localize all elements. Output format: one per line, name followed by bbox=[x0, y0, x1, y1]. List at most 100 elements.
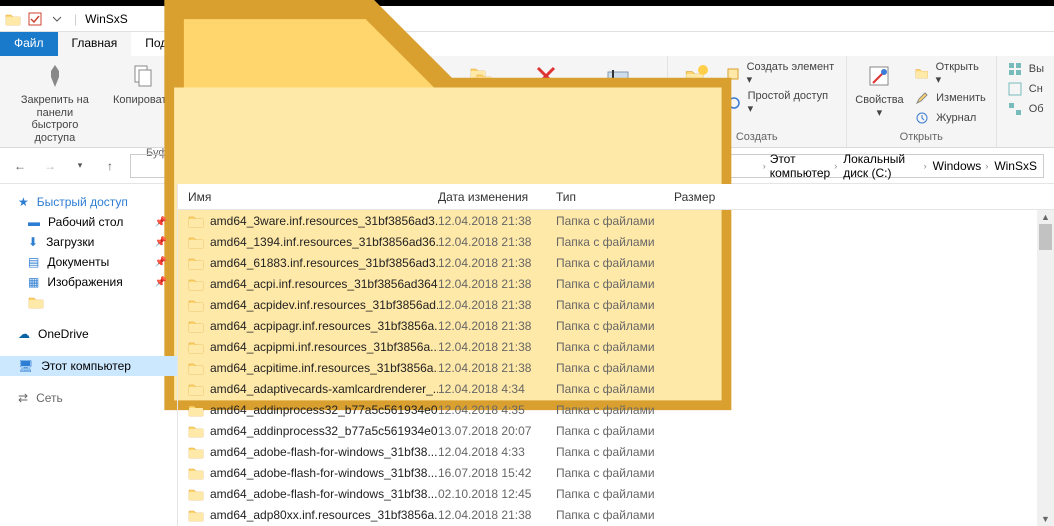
pin-icon: 📌 bbox=[155, 257, 167, 268]
breadcrumb[interactable]: › Этот компьютер› Локальный диск (C:)› W… bbox=[130, 154, 1044, 178]
tab-home[interactable]: Главная bbox=[58, 32, 132, 56]
folder-icon bbox=[188, 403, 204, 417]
file-date: 12.04.2018 21:38 bbox=[438, 361, 556, 375]
table-row[interactable]: amd64_adobe-flash-for-windows_31bf38...0… bbox=[178, 483, 1054, 504]
scroll-up-button[interactable]: ▲ bbox=[1037, 210, 1054, 224]
col-name[interactable]: Имя bbox=[178, 190, 438, 204]
invert-icon bbox=[1007, 101, 1023, 117]
file-date: 02.10.2018 12:45 bbox=[438, 487, 556, 501]
history-button[interactable]: Журнал bbox=[910, 109, 990, 127]
folder-icon bbox=[188, 424, 204, 438]
sidebar-network[interactable]: ⇄Сеть bbox=[0, 388, 177, 408]
group-open-label: Открыть bbox=[853, 131, 990, 145]
table-row[interactable]: amd64_addinprocess32_b77a5c561934e0...13… bbox=[178, 420, 1054, 441]
file-type: Папка с файлами bbox=[556, 235, 674, 249]
col-date[interactable]: Дата изменения bbox=[438, 190, 556, 204]
file-type: Папка с файлами bbox=[556, 214, 674, 228]
column-headers: Имя Дата изменения Тип Размер bbox=[178, 184, 1054, 210]
scroll-down-button[interactable]: ▼ bbox=[1037, 512, 1054, 526]
table-row[interactable]: amd64_acpipmi.inf.resources_31bf3856a...… bbox=[178, 336, 1054, 357]
file-date: 12.04.2018 4:34 bbox=[438, 382, 556, 396]
folder-icon bbox=[188, 235, 204, 249]
col-type[interactable]: Тип bbox=[556, 190, 674, 204]
file-type: Папка с файлами bbox=[556, 403, 674, 417]
documents-icon: ▤ bbox=[28, 255, 39, 269]
qat-dropdown-icon[interactable] bbox=[48, 10, 66, 28]
table-row[interactable]: amd64_adobe-flash-for-windows_31bf38...1… bbox=[178, 441, 1054, 462]
table-row[interactable]: amd64_adaptivecards-xamlcardrenderer_...… bbox=[178, 378, 1054, 399]
folder-icon bbox=[188, 298, 204, 312]
properties-button[interactable]: Свойства ▾ bbox=[853, 58, 906, 121]
downloads-icon: ⬇ bbox=[28, 235, 38, 249]
select-none-button[interactable]: Сн bbox=[1003, 80, 1048, 98]
sidebar-downloads[interactable]: ⬇Загрузки📌 bbox=[0, 232, 177, 252]
file-date: 12.04.2018 4:33 bbox=[438, 445, 556, 459]
table-row[interactable]: amd64_adp80xx.inf.resources_31bf3856a...… bbox=[178, 504, 1054, 525]
edit-button[interactable]: Изменить bbox=[910, 89, 990, 107]
folder-icon bbox=[188, 508, 204, 522]
window-title: WinSxS bbox=[85, 12, 128, 26]
file-name: amd64_adobe-flash-for-windows_31bf38... bbox=[210, 466, 437, 480]
folder-icon bbox=[188, 382, 204, 396]
file-name: amd64_adaptivecards-xamlcardrenderer_... bbox=[210, 382, 438, 396]
table-row[interactable]: amd64_addinprocess32_b77a5c561934e0...12… bbox=[178, 399, 1054, 420]
file-date: 12.04.2018 4:35 bbox=[438, 403, 556, 417]
sidebar-pictures[interactable]: ▦Изображения📌 bbox=[0, 272, 177, 292]
sidebar-desktop[interactable]: ▬Рабочий стол📌 bbox=[0, 212, 177, 232]
file-name: amd64_addinprocess32_b77a5c561934e0... bbox=[210, 403, 438, 417]
sidebar-documents[interactable]: ▤Документы📌 bbox=[0, 252, 177, 272]
file-type: Папка с файлами bbox=[556, 424, 674, 438]
col-size[interactable]: Размер bbox=[674, 190, 754, 204]
file-date: 12.04.2018 21:38 bbox=[438, 298, 556, 312]
back-button[interactable]: ← bbox=[10, 156, 30, 176]
file-date: 12.04.2018 21:38 bbox=[438, 508, 556, 522]
sidebar-this-pc[interactable]: 🖥Этот компьютер bbox=[0, 356, 177, 376]
crumb-2[interactable]: Windows› bbox=[931, 159, 991, 173]
crumb-3[interactable]: WinSxS bbox=[992, 159, 1039, 173]
select-none-icon bbox=[1007, 81, 1023, 97]
address-bar: ← → ▾ ↑ › Этот компьютер› Локальный диск… bbox=[0, 148, 1054, 184]
qat-save-icon[interactable] bbox=[26, 10, 44, 28]
file-name: amd64_adp80xx.inf.resources_31bf3856a... bbox=[210, 508, 438, 522]
file-type: Папка с файлами bbox=[556, 382, 674, 396]
file-name: amd64_1394.inf.resources_31bf3856ad36... bbox=[210, 235, 438, 249]
file-name: amd64_acpipagr.inf.resources_31bf3856a..… bbox=[210, 319, 438, 333]
table-row[interactable]: amd64_adobe-flash-for-windows_31bf38...1… bbox=[178, 462, 1054, 483]
tab-file[interactable]: Файл bbox=[0, 32, 58, 56]
select-all-icon bbox=[1007, 61, 1023, 77]
forward-button[interactable]: → bbox=[40, 156, 60, 176]
sidebar-onedrive[interactable]: ☁OneDrive bbox=[0, 324, 177, 344]
onedrive-icon: ☁ bbox=[18, 327, 30, 341]
table-row[interactable]: amd64_61883.inf.resources_31bf3856ad3...… bbox=[178, 252, 1054, 273]
scroll-thumb[interactable] bbox=[1039, 224, 1052, 250]
pc-icon: 🖥 bbox=[18, 359, 33, 373]
file-type: Папка с файлами bbox=[556, 466, 674, 480]
file-type: Папка с файлами bbox=[556, 277, 674, 291]
pin-icon: 📌 bbox=[155, 277, 167, 288]
invert-selection-button[interactable]: Об bbox=[1003, 100, 1048, 118]
crumb-0[interactable]: Этот компьютер› bbox=[768, 152, 840, 180]
file-type: Папка с файлами bbox=[556, 319, 674, 333]
table-row[interactable]: amd64_3ware.inf.resources_31bf3856ad3...… bbox=[178, 210, 1054, 231]
table-row[interactable]: amd64_acpipagr.inf.resources_31bf3856a..… bbox=[178, 315, 1054, 336]
file-list: Имя Дата изменения Тип Размер amd64_3war… bbox=[178, 184, 1054, 526]
table-row[interactable]: amd64_acpidev.inf.resources_31bf3856ad..… bbox=[178, 294, 1054, 315]
history-icon bbox=[914, 110, 930, 126]
pin-icon: 📌 bbox=[155, 237, 167, 248]
folder-icon bbox=[4, 10, 22, 28]
file-date: 13.07.2018 20:07 bbox=[438, 424, 556, 438]
table-row[interactable]: amd64_acpitime.inf.resources_31bf3856a..… bbox=[178, 357, 1054, 378]
up-button[interactable]: ↑ bbox=[100, 156, 120, 176]
scrollbar[interactable]: ▲ ▼ bbox=[1037, 210, 1054, 526]
pin-quick-access-button[interactable]: Закрепить на панели быстрого доступа bbox=[6, 58, 104, 147]
table-row[interactable]: amd64_1394.inf.resources_31bf3856ad36...… bbox=[178, 231, 1054, 252]
recent-button[interactable]: ▾ bbox=[70, 156, 90, 176]
sidebar-unnamed[interactable] bbox=[0, 292, 177, 312]
file-name: amd64_adobe-flash-for-windows_31bf38... bbox=[210, 445, 437, 459]
sidebar-quick-access[interactable]: ★Быстрый доступ bbox=[0, 192, 177, 212]
table-row[interactable]: amd64_acpi.inf.resources_31bf3856ad364..… bbox=[178, 273, 1054, 294]
select-all-button[interactable]: Вы bbox=[1003, 60, 1048, 78]
folder-icon bbox=[188, 466, 204, 480]
open-button[interactable]: Открыть ▾ bbox=[910, 60, 990, 87]
crumb-1[interactable]: Локальный диск (C:)› bbox=[841, 152, 928, 180]
